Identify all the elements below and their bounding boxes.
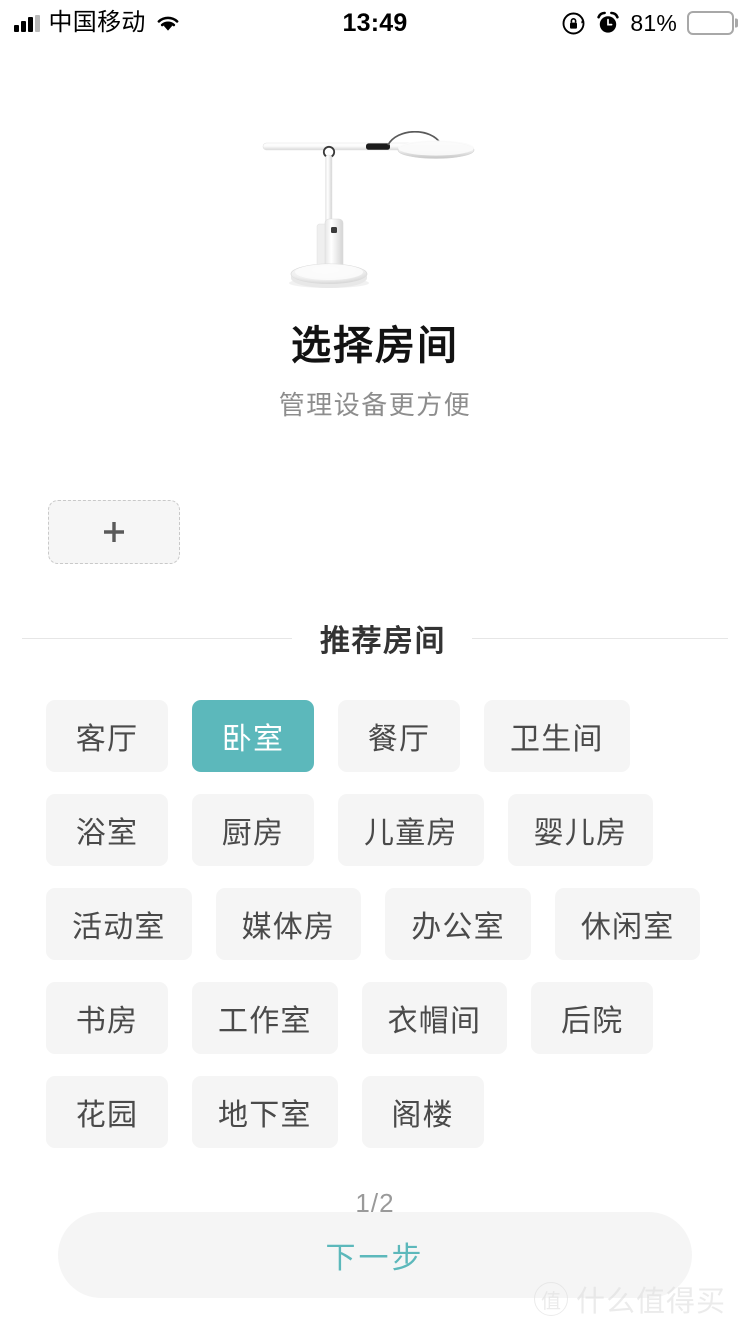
- room-chip[interactable]: 浴室: [46, 794, 168, 866]
- room-chip[interactable]: 活动室: [46, 888, 192, 960]
- status-bar-left: 中国移动: [14, 11, 181, 35]
- divider-left: [22, 637, 292, 639]
- footer-actions: 下一步: [0, 1212, 750, 1298]
- room-chip[interactable]: 阁楼: [361, 1076, 484, 1148]
- device-illustration: [0, 91, 750, 291]
- room-chip[interactable]: 休闲室: [554, 888, 701, 960]
- room-chip[interactable]: 花园: [46, 1076, 168, 1148]
- status-bar: 中国移动 13:49 81%: [0, 0, 750, 46]
- status-bar-right: 81%: [561, 10, 734, 37]
- plus-icon: [104, 522, 124, 542]
- add-room-row: [0, 500, 750, 564]
- room-chip-list: 客厅 卧室 餐厅 卫生间浴室 厨房 儿童房 婴儿房活动室 媒体房 办公室 休闲室书房 工作室 衣帽间后…: [0, 700, 750, 1148]
- section-title: 推荐房间: [320, 625, 446, 658]
- app-screen: 中国移动 13:49 81% 选择房间 管理设备更方便 推荐房间 客厅 卧室 餐…: [0, 0, 750, 1334]
- room-chip[interactable]: 儿童房: [338, 794, 484, 866]
- divider-right: [472, 637, 728, 639]
- room-chip[interactable]: 媒体房: [215, 888, 362, 960]
- room-chip[interactable]: 书房: [46, 982, 168, 1054]
- alarm-clock-icon: [596, 11, 620, 35]
- room-chip[interactable]: 餐厅: [338, 700, 460, 772]
- desk-lamp-icon: [262, 131, 475, 288]
- signal-bars-icon: [14, 14, 40, 32]
- battery-icon: [687, 11, 734, 35]
- add-room-button[interactable]: [48, 500, 180, 564]
- page-subtitle: 管理设备更方便: [278, 390, 472, 420]
- room-chip[interactable]: 卫生间: [484, 700, 630, 772]
- rotation-lock-icon: [561, 11, 586, 36]
- room-chip[interactable]: 卧室: [192, 700, 314, 772]
- carrier-label: 中国移动: [48, 9, 146, 36]
- next-step-button[interactable]: 下一步: [58, 1212, 692, 1298]
- room-chip[interactable]: 婴儿房: [507, 794, 654, 866]
- battery-percentage: 81%: [630, 9, 677, 36]
- recommended-rooms-header: 推荐房间: [0, 616, 750, 660]
- room-chip[interactable]: 厨房: [192, 794, 314, 866]
- wifi-icon: [155, 14, 181, 33]
- room-chip[interactable]: 后院: [531, 982, 654, 1054]
- room-chip[interactable]: 衣帽间: [361, 982, 508, 1054]
- room-chip[interactable]: 客厅: [46, 700, 168, 772]
- page-title: 选择房间: [291, 324, 459, 368]
- room-chip[interactable]: 地下室: [192, 1076, 338, 1148]
- room-chip[interactable]: 办公室: [385, 888, 531, 960]
- room-chip[interactable]: 工作室: [192, 982, 338, 1054]
